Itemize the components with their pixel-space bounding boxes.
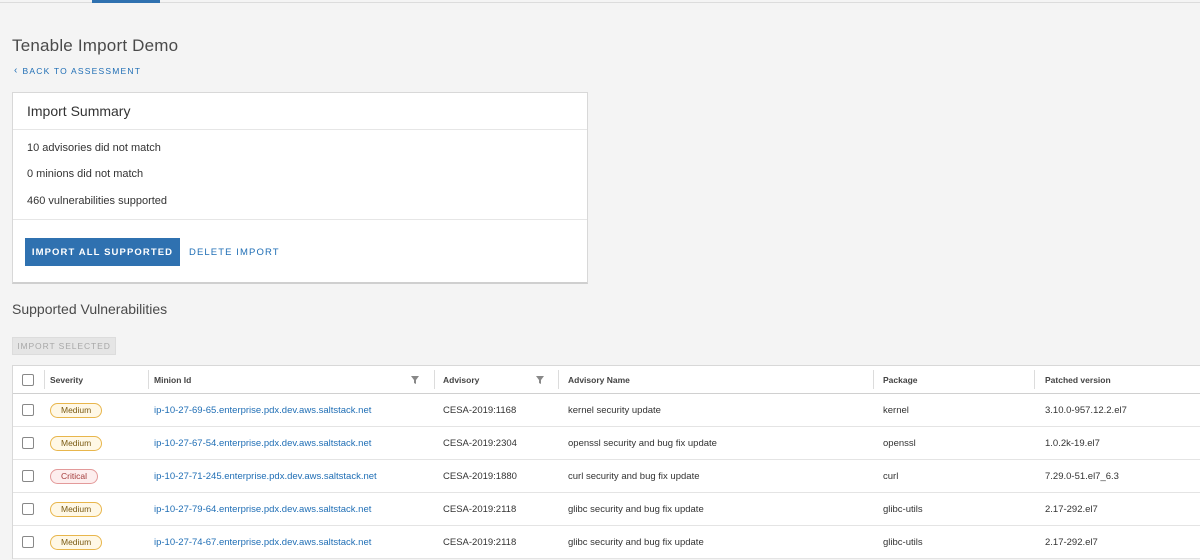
patched-version-cell: 2.17-292.el7: [1045, 503, 1098, 515]
column-header-patched-version[interactable]: Patched version: [1045, 366, 1111, 393]
advisory-cell: CESA-2019:1880: [443, 470, 517, 482]
import-summary-title: Import Summary: [13, 93, 587, 130]
minion-id-link[interactable]: ip-10-27-74-67.enterprise.pdx.dev.aws.sa…: [154, 526, 371, 558]
minion-id-link[interactable]: ip-10-27-79-64.enterprise.pdx.dev.aws.sa…: [154, 493, 371, 525]
advisory-cell: CESA-2019:1168: [443, 404, 517, 416]
vulnerabilities-table: Severity Minion Id Advisory Advisory Nam…: [12, 365, 1200, 559]
advisory-cell: CESA-2019:2118: [443, 503, 517, 515]
minion-id-link[interactable]: ip-10-27-67-54.enterprise.pdx.dev.aws.sa…: [154, 427, 371, 459]
severity-cell: Medium: [50, 493, 103, 525]
select-all-checkbox[interactable]: [22, 373, 34, 386]
severity-badge: Medium: [50, 501, 103, 517]
patched-version-cell: 3.10.0-957.12.2.el7: [1045, 404, 1127, 416]
severity-badge: Medium: [50, 402, 103, 418]
package-cell: curl: [883, 470, 899, 482]
chevron-left-icon: ‹: [14, 65, 19, 76]
row-checkbox[interactable]: [22, 536, 34, 548]
table-row[interactable]: Medium ip-10-27-74-67.enterprise.pdx.dev…: [13, 526, 1200, 559]
minion-id-link[interactable]: ip-10-27-69-65.enterprise.pdx.dev.aws.sa…: [154, 394, 371, 426]
column-divider: [558, 370, 559, 389]
patched-version-cell: 7.29.0-51.el7_6.3: [1045, 470, 1119, 482]
column-header-severity[interactable]: Severity: [50, 366, 83, 393]
back-to-assessment-link[interactable]: ‹ BACK TO ASSESSMENT: [14, 65, 142, 77]
patched-version-cell: 1.0.2k-19.el7: [1045, 437, 1100, 449]
column-divider: [44, 370, 45, 389]
minion-id-link[interactable]: ip-10-27-71-245.enterprise.pdx.dev.aws.s…: [154, 460, 377, 492]
table-header-row: Severity Minion Id Advisory Advisory Nam…: [13, 366, 1200, 394]
minions-unmatched-stat: 0 minions did not match: [27, 168, 144, 180]
column-divider: [434, 370, 435, 389]
table-row[interactable]: Medium ip-10-27-67-54.enterprise.pdx.dev…: [13, 427, 1200, 460]
column-divider: [1034, 370, 1035, 389]
import-summary-actions: IMPORT ALL SUPPORTED DELETE IMPORT: [13, 220, 587, 282]
advisory-name-cell: curl security and bug fix update: [568, 470, 700, 482]
package-cell: glibc-utils: [883, 536, 923, 548]
severity-badge: Medium: [50, 534, 103, 550]
column-header-package[interactable]: Package: [883, 366, 918, 393]
advisory-cell: CESA-2019:2118: [443, 536, 517, 548]
package-cell: glibc-utils: [883, 503, 923, 515]
table-row[interactable]: Critical ip-10-27-71-245.enterprise.pdx.…: [13, 460, 1200, 493]
severity-cell: Medium: [50, 526, 103, 558]
severity-cell: Critical: [50, 460, 98, 492]
delete-import-button[interactable]: DELETE IMPORT: [189, 238, 280, 266]
row-checkbox[interactable]: [22, 470, 34, 482]
table-row[interactable]: Medium ip-10-27-69-65.enterprise.pdx.dev…: [13, 394, 1200, 427]
column-header-minion-id[interactable]: Minion Id: [154, 366, 191, 393]
page-title: Tenable Import Demo: [12, 36, 179, 55]
column-header-advisory-name[interactable]: Advisory Name: [568, 366, 630, 393]
filter-icon[interactable]: [536, 375, 544, 384]
supported-vulnerabilities-title: Supported Vulnerabilities: [12, 301, 168, 317]
top-border: [0, 0, 1200, 3]
column-header-advisory[interactable]: Advisory: [443, 366, 479, 393]
patched-version-cell: 2.17-292.el7: [1045, 536, 1098, 548]
filter-icon[interactable]: [411, 375, 419, 384]
back-link-label: BACK TO ASSESSMENT: [22, 66, 142, 76]
import-selected-button[interactable]: IMPORT SELECTED: [12, 337, 116, 355]
column-divider: [148, 370, 149, 389]
severity-cell: Medium: [50, 427, 103, 459]
active-tab-indicator: [92, 0, 160, 3]
severity-badge: Critical: [50, 468, 98, 484]
import-summary-card: Import Summary 10 advisories did not mat…: [12, 92, 588, 284]
package-cell: kernel: [883, 404, 909, 416]
advisory-cell: CESA-2019:2304: [443, 437, 517, 449]
severity-badge: Medium: [50, 435, 103, 451]
advisory-name-cell: glibc security and bug fix update: [568, 536, 704, 548]
package-cell: openssl: [883, 437, 916, 449]
severity-cell: Medium: [50, 394, 103, 426]
import-summary-stats: 10 advisories did not match 0 minions di…: [13, 130, 587, 220]
row-checkbox[interactable]: [22, 404, 34, 416]
advisories-unmatched-stat: 10 advisories did not match: [27, 142, 161, 154]
import-all-supported-button[interactable]: IMPORT ALL SUPPORTED: [25, 238, 180, 266]
advisory-name-cell: glibc security and bug fix update: [568, 503, 704, 515]
advisory-name-cell: kernel security update: [568, 404, 661, 416]
row-checkbox[interactable]: [22, 503, 34, 515]
vulnerabilities-supported-stat: 460 vulnerabilities supported: [27, 195, 168, 207]
column-divider: [873, 370, 874, 389]
row-checkbox[interactable]: [22, 437, 34, 449]
table-row[interactable]: Medium ip-10-27-79-64.enterprise.pdx.dev…: [13, 493, 1200, 526]
advisory-name-cell: openssl security and bug fix update: [568, 437, 717, 449]
